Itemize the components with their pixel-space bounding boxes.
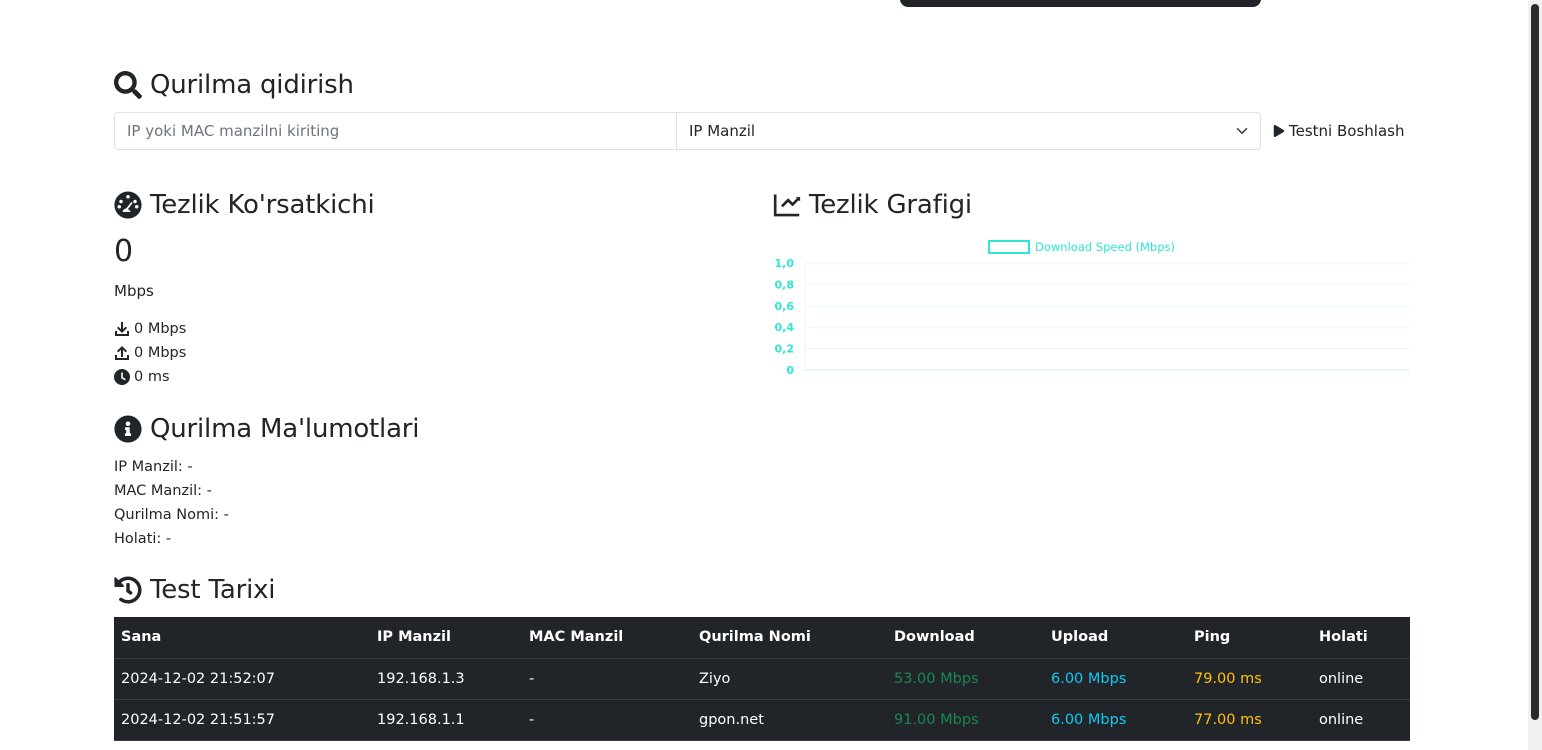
- speed-heading-text: Tezlik Ko'rsatkichi: [150, 190, 375, 220]
- chart-y-tick-label: 1,0: [775, 257, 795, 270]
- col-mac: MAC Manzil: [522, 617, 692, 659]
- info-heading-text: Qurilma Ma'lumotlari: [150, 414, 420, 444]
- scrollbar-thumb[interactable]: [1531, 4, 1539, 720]
- cell-status: online: [1312, 699, 1410, 741]
- play-icon: [1273, 125, 1285, 137]
- search-icon: [114, 71, 142, 99]
- speed-chart: 0 0,2 0,4 0,6 0,8 1,0 Download Speed (Mbps): [775, 240, 1409, 376]
- col-ping: Ping: [1187, 617, 1312, 659]
- col-date: Sana: [114, 617, 370, 659]
- device-mac: MAC Manzil: -: [114, 483, 212, 499]
- chart-y-tick-label: 0,4: [775, 321, 795, 334]
- search-type-select[interactable]: IP Manzil: [676, 112, 1261, 150]
- chart-legend-label[interactable]: Download Speed (Mbps): [1035, 240, 1175, 254]
- speed-heading: Tezlik Ko'rsatkichi: [114, 190, 375, 220]
- device-ip: IP Manzil: -: [114, 459, 193, 475]
- history-table: Sana IP Manzil MAC Manzil Qurilma Nomi D…: [114, 617, 1410, 741]
- history-heading-text: Test Tarixi: [150, 575, 276, 605]
- cell-ping: 77.00 ms: [1187, 699, 1312, 741]
- search-heading: Qurilma qidirish: [114, 70, 354, 100]
- start-test-label: Testni Boshlash: [1289, 122, 1405, 140]
- history-icon: [114, 576, 142, 604]
- download-metric: 0 Mbps: [114, 321, 186, 337]
- cell-device-name: gpon.net: [692, 699, 887, 741]
- chart-y-tick-label: 0,2: [775, 343, 795, 356]
- info-heading: Qurilma Ma'lumotlari: [114, 414, 420, 444]
- upload-icon: [115, 346, 129, 360]
- ping-metric-value: 0 ms: [134, 369, 170, 385]
- history-header-row: Sana IP Manzil MAC Manzil Qurilma Nomi D…: [114, 617, 1410, 659]
- device-name: Qurilma Nomi: -: [114, 507, 229, 523]
- chart-heading-text: Tezlik Grafigi: [809, 190, 972, 220]
- search-form: IP Manzil Testni Boshlash: [114, 112, 1410, 150]
- cell-upload: 6.00 Mbps: [1044, 658, 1187, 700]
- cell-device-name: Ziyo: [692, 658, 887, 700]
- device-status: Holati: -: [114, 531, 172, 547]
- cell-mac: -: [522, 699, 692, 741]
- gauge-icon: [114, 191, 142, 219]
- chart-y-tick-label: 0: [786, 364, 794, 376]
- start-test-button[interactable]: Testni Boshlash: [1273, 112, 1404, 150]
- cell-ping: 79.00 ms: [1187, 658, 1312, 700]
- table-row: 2024-12-02 21:51:57 192.168.1.1 - gpon.n…: [114, 699, 1410, 741]
- chart-y-ticks: 0 0,2 0,4 0,6 0,8 1,0: [775, 257, 795, 376]
- download-icon: [115, 322, 129, 336]
- chart-y-tick-label: 0,8: [775, 278, 795, 291]
- chart-y-tick-label: 0,6: [775, 300, 795, 313]
- cell-mac: -: [522, 658, 692, 700]
- upload-metric: 0 Mbps: [114, 345, 186, 361]
- chart-legend: Download Speed (Mbps): [988, 240, 1175, 254]
- chart-heading: Tezlik Grafigi: [773, 190, 972, 220]
- chart-line-icon: [773, 194, 801, 217]
- clock-icon: [114, 369, 130, 385]
- col-status: Holati: [1312, 617, 1410, 659]
- history-heading: Test Tarixi: [114, 575, 276, 605]
- cell-upload: 6.00 Mbps: [1044, 699, 1187, 741]
- page-scrollbar[interactable]: [1528, 0, 1542, 750]
- cell-download: 53.00 Mbps: [887, 658, 1044, 700]
- speed-unit: Mbps: [114, 282, 154, 300]
- col-download: Download: [887, 617, 1044, 659]
- cell-date: 2024-12-02 21:52:07: [114, 658, 370, 700]
- cell-ip: 192.168.1.1: [370, 699, 522, 741]
- info-icon: [114, 415, 142, 443]
- col-device-name: Qurilma Nomi: [692, 617, 887, 659]
- search-input[interactable]: [114, 112, 676, 150]
- download-metric-value: 0 Mbps: [134, 321, 187, 337]
- speed-value: 0: [114, 234, 134, 269]
- chart-legend-swatch[interactable]: [988, 240, 1030, 254]
- chart-grid: [804, 262, 1409, 371]
- search-type-value: IP Manzil: [689, 122, 756, 140]
- chevron-down-icon: [1236, 128, 1248, 134]
- col-upload: Upload: [1044, 617, 1187, 659]
- search-heading-text: Qurilma qidirish: [150, 70, 354, 100]
- cell-date: 2024-12-02 21:51:57: [114, 699, 370, 741]
- col-ip: IP Manzil: [370, 617, 522, 659]
- top-dark-panel: [900, 0, 1261, 7]
- cell-status: online: [1312, 658, 1410, 700]
- cell-download: 91.00 Mbps: [887, 699, 1044, 741]
- upload-metric-value: 0 Mbps: [134, 345, 187, 361]
- cell-ip: 192.168.1.3: [370, 658, 522, 700]
- ping-metric: 0 ms: [114, 369, 170, 385]
- table-row: 2024-12-02 21:52:07 192.168.1.3 - Ziyo 5…: [114, 658, 1410, 700]
